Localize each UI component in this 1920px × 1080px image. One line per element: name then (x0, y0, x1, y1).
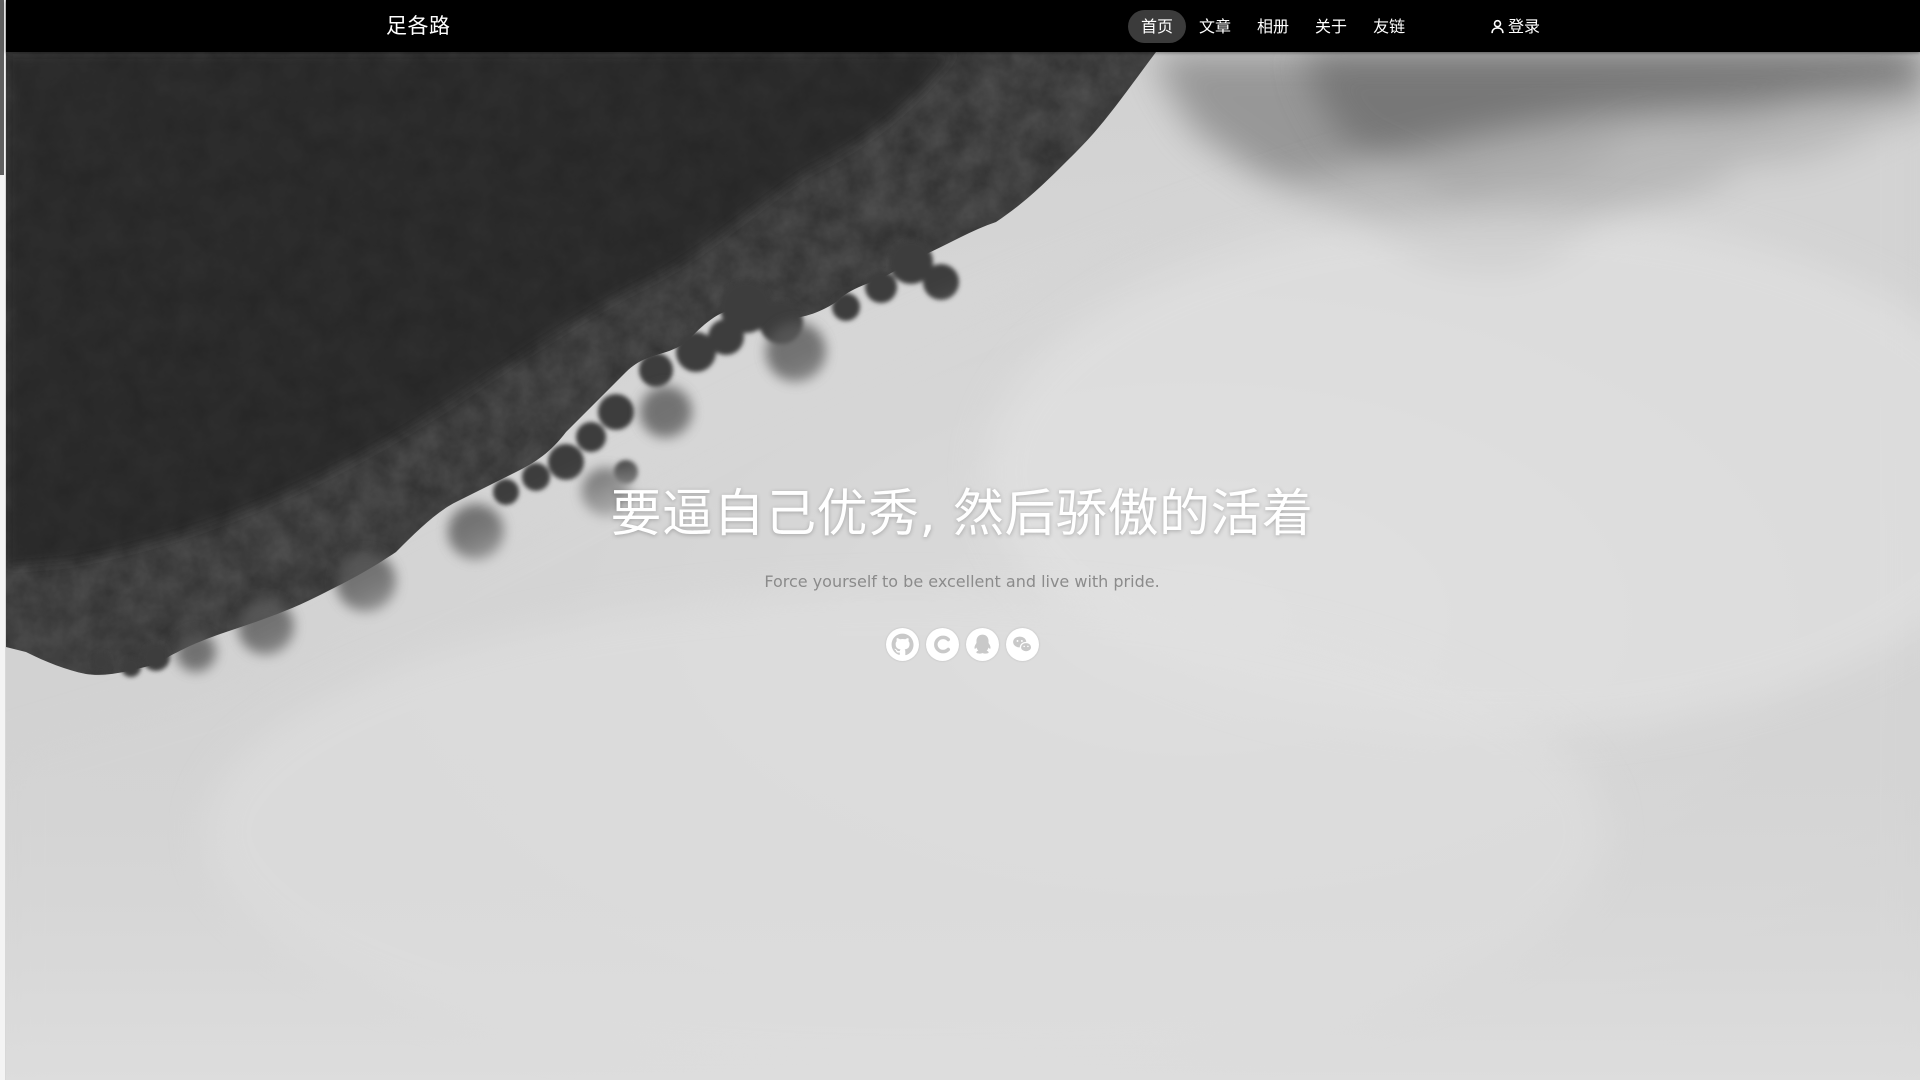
login-label: 登录 (1508, 17, 1541, 36)
login-button[interactable]: 登录 (1490, 10, 1540, 43)
csdn-icon (930, 632, 955, 657)
site-logo[interactable]: 足各路 (386, 0, 451, 52)
top-navigation-bar: 足各路 (6, 0, 1920, 52)
hero-background (6, 52, 1920, 1080)
main-nav: 首页 文章 相册 关于 友链 (1128, 10, 1418, 43)
csdn-link[interactable] (926, 628, 959, 661)
window-left-edge-shadow (0, 0, 4, 175)
nav-item-links[interactable]: 友链 (1360, 10, 1418, 43)
nav-item-home[interactable]: 首页 (1128, 10, 1187, 43)
nav-item-album[interactable]: 相册 (1244, 10, 1302, 43)
wechat-link[interactable] (1006, 628, 1039, 661)
nav-item-articles[interactable]: 文章 (1186, 10, 1244, 43)
mist-forest-image (6, 52, 1920, 1080)
github-link[interactable] (886, 628, 919, 661)
qq-link[interactable] (966, 628, 999, 661)
page: 足各路 首页 文章 相册 关于 友链 登录 要逼自己优秀, 然后骄傲的活着 Fo… (0, 0, 1920, 1080)
qq-icon (970, 632, 995, 657)
github-icon (890, 632, 915, 657)
hero-title: 要逼自己优秀, 然后骄傲的活着 (610, 485, 1314, 544)
social-links (886, 628, 1039, 661)
nav-item-about[interactable]: 关于 (1302, 10, 1360, 43)
wechat-icon (1010, 632, 1035, 657)
hero-subtitle: Force yourself to be excellent and live … (764, 572, 1160, 591)
user-icon (1490, 19, 1505, 34)
